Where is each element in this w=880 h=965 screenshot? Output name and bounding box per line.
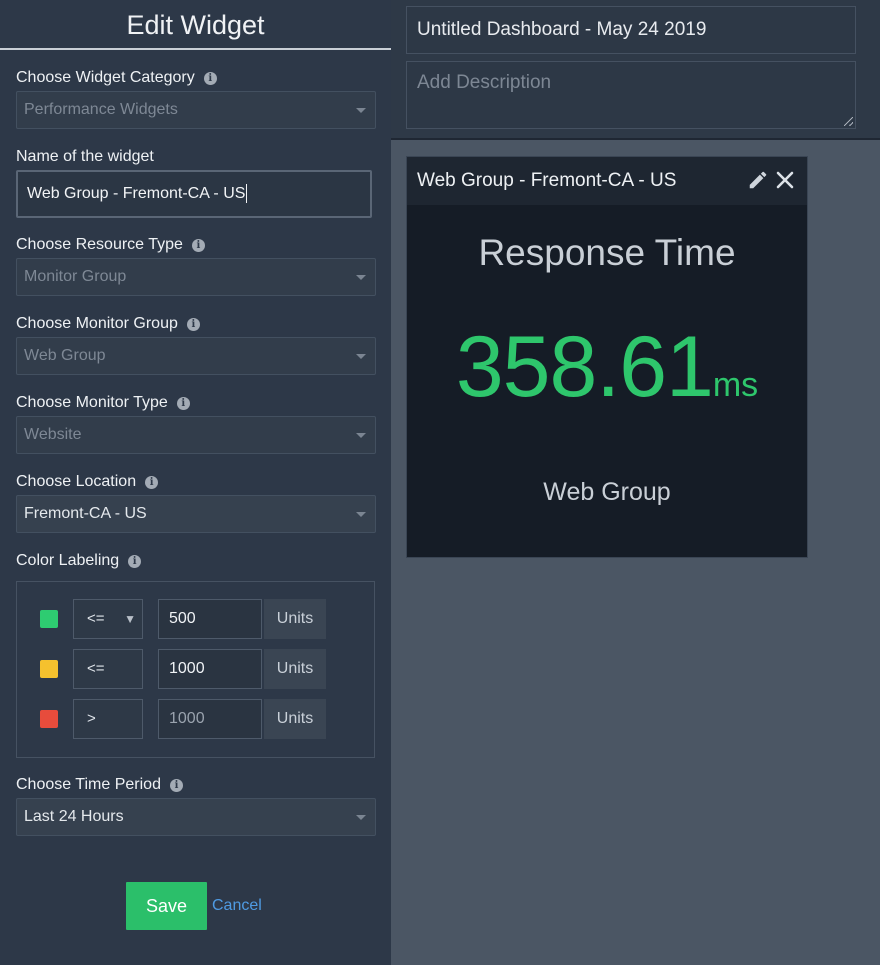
- widget-preview: Web Group - Fremont-CA - US Response Tim…: [406, 156, 808, 558]
- monitor-group-label-text: Choose Monitor Group: [16, 315, 178, 332]
- info-icon[interactable]: i: [186, 317, 200, 331]
- info-icon[interactable]: i: [191, 238, 205, 252]
- widget-header: Web Group - Fremont-CA - US: [407, 157, 807, 205]
- monitor-group-label: Choose Monitor Group i: [16, 314, 200, 334]
- monitor-group-value: Web Group: [24, 347, 106, 364]
- edit-widget-panel: Edit Widget Choose Widget Category i Per…: [0, 0, 391, 965]
- cancel-link[interactable]: Cancel: [212, 896, 262, 916]
- units-label: Units: [264, 649, 326, 689]
- threshold-input: 1000: [158, 699, 262, 739]
- threshold-input[interactable]: 1000: [158, 649, 262, 689]
- metric-group-name: Web Group: [543, 478, 671, 506]
- info-icon[interactable]: i: [169, 778, 183, 792]
- red-swatch[interactable]: [40, 710, 58, 728]
- save-button[interactable]: Save: [126, 882, 207, 930]
- widget-category-select[interactable]: Performance Widgets: [16, 91, 376, 129]
- panel-title: Edit Widget: [0, 0, 391, 50]
- yellow-swatch[interactable]: [40, 660, 58, 678]
- info-icon[interactable]: i: [176, 396, 190, 410]
- chevron-down-icon: [356, 275, 366, 280]
- info-icon[interactable]: i: [203, 71, 217, 85]
- time-period-label: Choose Time Period i: [16, 775, 183, 795]
- widget-name-label-text: Name of the widget: [16, 148, 154, 165]
- resource-type-value: Monitor Group: [24, 268, 127, 285]
- close-icon[interactable]: [775, 170, 795, 190]
- color-labeling-label: Color Labeling i: [16, 551, 142, 571]
- chevron-down-icon: [356, 433, 366, 438]
- operator-value: <=: [87, 660, 105, 677]
- resource-type-select[interactable]: Monitor Group: [16, 258, 376, 296]
- resource-type-label-text: Choose Resource Type: [16, 236, 183, 253]
- chevron-down-icon: [356, 512, 366, 517]
- widget-category-value: Performance Widgets: [24, 101, 178, 118]
- operator-value: >: [87, 710, 96, 727]
- location-select[interactable]: Fremont-CA - US: [16, 495, 376, 533]
- monitor-type-value: Website: [24, 426, 82, 443]
- metric-value: 358.61: [455, 319, 714, 415]
- metric-unit: ms: [712, 366, 759, 404]
- dashboard-header: Untitled Dashboard - May 24 2019 Add Des…: [391, 0, 880, 140]
- resize-grip-icon[interactable]: [844, 117, 853, 126]
- threshold-input[interactable]: 500: [158, 599, 262, 639]
- resource-type-label: Choose Resource Type i: [16, 235, 205, 255]
- green-swatch[interactable]: [40, 610, 58, 628]
- chevron-down-icon: [356, 354, 366, 359]
- pencil-icon[interactable]: [747, 169, 769, 191]
- location-value: Fremont-CA - US: [24, 505, 147, 522]
- monitor-type-label: Choose Monitor Type i: [16, 393, 190, 413]
- metric-title: Response Time: [478, 232, 736, 273]
- description-placeholder: Add Description: [417, 72, 552, 93]
- widget-name-input[interactable]: Web Group - Fremont-CA - US: [16, 170, 372, 218]
- dashboard-title-input[interactable]: Untitled Dashboard - May 24 2019: [406, 6, 856, 54]
- units-label: Units: [264, 699, 326, 739]
- widget-title: Web Group - Fremont-CA - US: [417, 170, 677, 191]
- time-period-label-text: Choose Time Period: [16, 776, 161, 793]
- monitor-type-label-text: Choose Monitor Type: [16, 394, 168, 411]
- chevron-down-icon: [356, 108, 366, 113]
- metric-value-display: 358.61ms: [407, 317, 807, 417]
- text-cursor: [246, 184, 248, 204]
- caret-down-icon: ▼: [124, 612, 136, 626]
- widget-name-label: Name of the widget: [16, 147, 154, 167]
- widget-category-label: Choose Widget Category i: [16, 68, 217, 88]
- dashboard-description-input[interactable]: Add Description: [406, 61, 856, 129]
- widget-category-label-text: Choose Widget Category: [16, 69, 195, 86]
- time-period-value: Last 24 Hours: [24, 808, 124, 825]
- location-label: Choose Location i: [16, 472, 159, 492]
- operator-select[interactable]: <= ▼: [73, 599, 143, 639]
- units-label: Units: [264, 599, 326, 639]
- time-period-select[interactable]: Last 24 Hours: [16, 798, 376, 836]
- chevron-down-icon: [356, 815, 366, 820]
- widget-name-value: Web Group - Fremont-CA - US: [27, 185, 246, 202]
- color-labeling-label-text: Color Labeling: [16, 552, 120, 569]
- color-labeling-box: <= ▼ 500 Units <= 1000 Units > 1000 Unit…: [16, 581, 375, 758]
- operator-field: >: [73, 699, 143, 739]
- monitor-type-select[interactable]: Website: [16, 416, 376, 454]
- info-icon[interactable]: i: [128, 554, 142, 568]
- operator-field: <=: [73, 649, 143, 689]
- monitor-group-select[interactable]: Web Group: [16, 337, 376, 375]
- location-label-text: Choose Location: [16, 473, 137, 490]
- operator-value: <=: [87, 610, 105, 627]
- info-icon[interactable]: i: [145, 475, 159, 489]
